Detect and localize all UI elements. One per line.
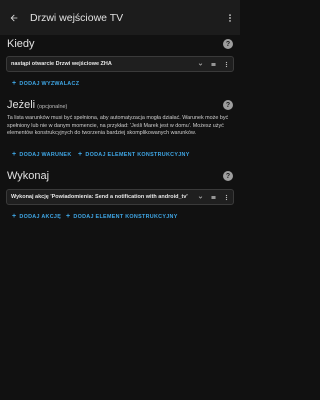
plus-icon: +: [12, 80, 17, 87]
drag-handle-icon: [211, 195, 216, 199]
action-label: Wykonaj akcję 'Powiadomienia: Send a not…: [11, 194, 188, 200]
chevron-down-icon: [198, 195, 203, 199]
action-card[interactable]: Wykonaj akcję 'Powiadomienia: Send a not…: [6, 189, 234, 205]
drag-handle-icon: [211, 62, 216, 66]
actions-header: Wykonaj ?: [7, 170, 233, 182]
plus-icon: +: [12, 213, 17, 220]
add-action-label: DODAJ AKCJĘ: [19, 213, 62, 220]
dots-vertical-icon: [229, 13, 231, 22]
conditions-title: Jeżeli (opcjonalne): [7, 99, 67, 111]
actions-title: Wykonaj: [7, 170, 50, 182]
plus-icon: +: [78, 151, 83, 158]
action-reorder-handle[interactable]: [207, 190, 220, 204]
add-trigger-button[interactable]: + DODAJ WYZWALACZ: [12, 78, 79, 89]
trigger-expand-button[interactable]: [194, 57, 207, 71]
help-icon[interactable]: ?: [223, 100, 233, 110]
add-action-building-block-button[interactable]: + DODAJ ELEMENT KONSTRUKCYJNY: [66, 211, 178, 222]
conditions-description: Ta lista warunków musi być spełniona, ab…: [7, 115, 229, 137]
trigger-card[interactable]: nastąpi otwarcie Drzwi wejściowe ZHA: [6, 56, 234, 72]
trigger-label: nastąpi otwarcie Drzwi wejściowe ZHA: [11, 61, 112, 67]
chevron-down-icon: [198, 62, 203, 66]
page-title: Drzwi wejściowe TV: [30, 11, 124, 24]
action-expand-button[interactable]: [194, 190, 207, 204]
add-condition-label: DODAJ WARUNEK: [19, 151, 72, 158]
add-condition-building-block-button[interactable]: + DODAJ ELEMENT KONSTRUKCYJNY: [78, 149, 190, 160]
arrow-left-icon: [10, 14, 18, 21]
action-menu-button[interactable]: [220, 190, 233, 204]
triggers-title: Kiedy: [7, 38, 35, 50]
trigger-menu-button[interactable]: [220, 57, 233, 71]
plus-icon: +: [66, 213, 71, 220]
dots-vertical-icon: [225, 61, 228, 67]
app-bar: Drzwi wejściowe TV: [0, 0, 240, 35]
triggers-header: Kiedy ?: [7, 38, 233, 50]
conditions-header: Jeżeli (opcjonalne) ?: [7, 99, 233, 111]
add-trigger-label: DODAJ WYZWALACZ: [19, 80, 80, 87]
plus-icon: +: [12, 151, 17, 158]
trigger-reorder-handle[interactable]: [207, 57, 220, 71]
conditions-optional-label: (opcjonalne): [37, 104, 68, 110]
add-action-button[interactable]: + DODAJ AKCJĘ: [12, 211, 61, 222]
add-condition-button[interactable]: + DODAJ WARUNEK: [12, 149, 72, 160]
help-icon[interactable]: ?: [223, 39, 233, 49]
back-button[interactable]: [1, 0, 27, 35]
add-condition-building-block-label: DODAJ ELEMENT KONSTRUKCYJNY: [85, 151, 190, 158]
conditions-title-text: Jeżeli: [7, 99, 36, 111]
help-icon[interactable]: ?: [223, 171, 233, 181]
dots-vertical-icon: [225, 194, 228, 200]
add-action-building-block-label: DODAJ ELEMENT KONSTRUKCYJNY: [73, 213, 178, 220]
more-options-button[interactable]: [220, 0, 240, 35]
